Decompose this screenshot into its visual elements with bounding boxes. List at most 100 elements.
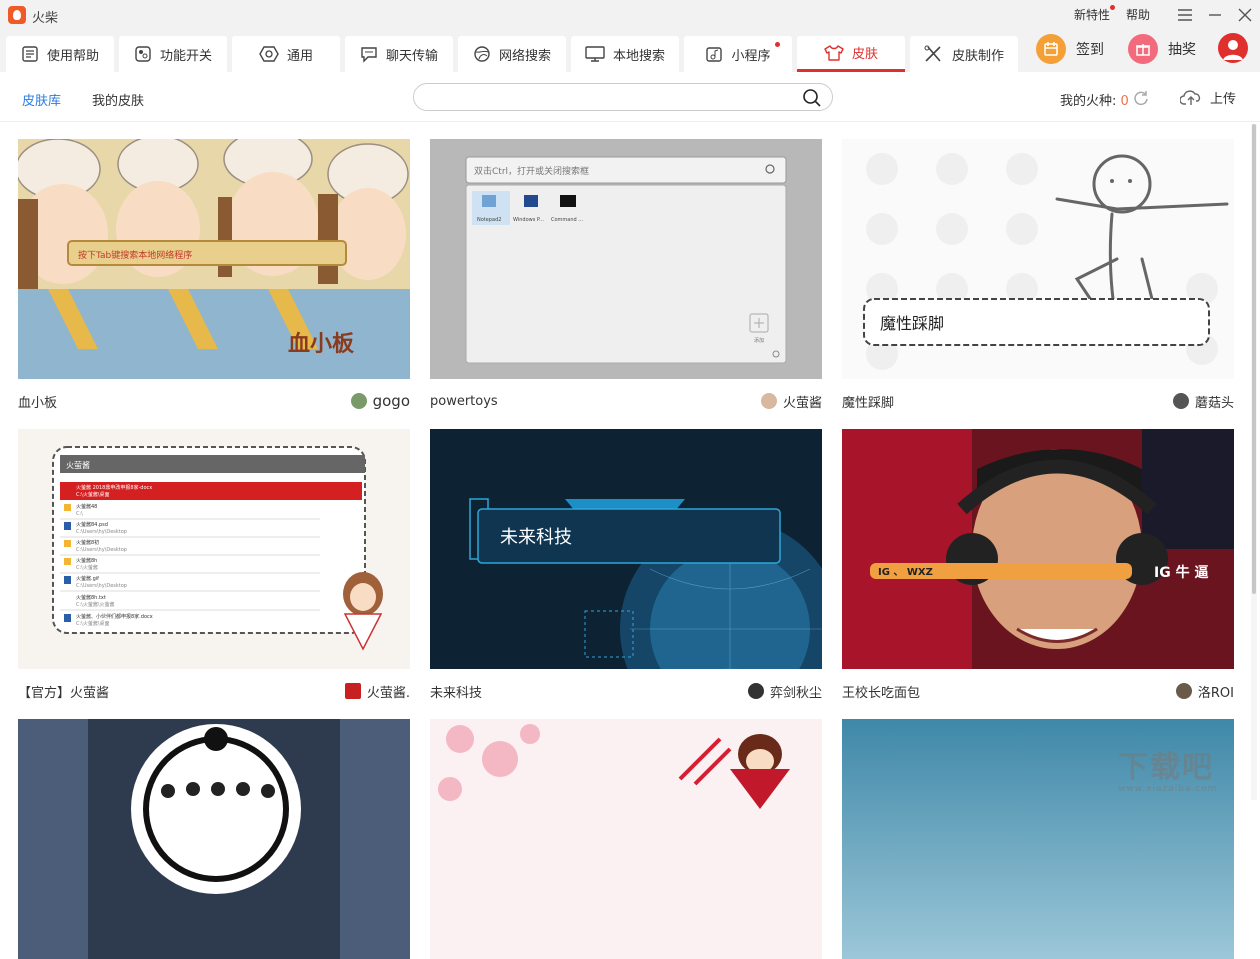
skin-author[interactable]: gogo [350,392,410,410]
app-title: 火柴 [32,11,59,26]
file-path: C:\火萤酱\桌面 [76,620,110,627]
skin-title: 王校长吃面包 [842,685,921,701]
tab-feature-switch[interactable]: 功能开关 [119,36,227,72]
tab-skins[interactable]: 皮肤 [797,36,905,72]
skin-card[interactable]: 未来科技 未来科技 弈剑秋尘 [430,429,822,701]
watermark-main: 下载吧 [1118,750,1214,785]
skin-preview-image [18,719,410,959]
author-avatar [350,393,367,409]
skin-card[interactable] [18,719,410,959]
close-button[interactable] [1230,2,1260,28]
skin-title: powertoys [430,393,498,409]
skin-author[interactable]: 洛ROI [1175,682,1234,701]
skin-card[interactable]: IG 、 WXZ IG 牛 逼 王校长吃面包 洛ROI [842,429,1234,701]
globe-icon [474,46,490,62]
file-row: 火萤酱.gif [76,575,99,582]
skin-card[interactable]: 魔性踩脚 魔性踩脚 蘑菇头 [842,139,1234,411]
tab-label: 小程序 [731,48,771,64]
tab-label: 功能开关 [159,48,212,64]
skin-author[interactable]: 火萤酱 [760,392,822,411]
skin-title: 魔性踩脚 [842,395,895,411]
banner-text: 按下Tab键搜索本地网络程序 [78,249,192,261]
monitor-icon [585,46,605,62]
new-dot-icon [775,42,780,47]
skin-preview-image: 魔性踩脚 [842,139,1234,379]
scrollbar-thumb[interactable] [1252,124,1256,594]
upload-button[interactable]: 上传 [1180,88,1236,107]
skin-card[interactable] [430,719,822,959]
tab-label: 皮肤制作 [951,48,1004,64]
subtab-skin-library[interactable]: 皮肤库 [22,90,61,109]
checkin-button[interactable]: 签到 [1036,32,1104,66]
skin-preview-image: 双击Ctrl，打开或关闭搜索框 Notepad2 Windows P... Co… [430,139,822,379]
tab-local-search[interactable]: 本地搜索 [571,36,679,72]
cloud-upload-icon [1180,89,1201,105]
author-avatar [1172,393,1189,409]
whats-new-link[interactable]: 新特性 [1074,5,1115,23]
tab-general[interactable]: 通用 [232,36,340,72]
skin-card[interactable]: 按下Tab键搜索本地网络程序 血小板 血小板 gogo [18,139,410,411]
file-row: 火萤酱8h.txt [76,594,106,601]
skin-preview-image: IG 、 WXZ IG 牛 逼 [842,429,1234,669]
lottery-button[interactable]: 抽奖 [1128,32,1196,66]
hexagon-icon [259,46,279,62]
file-row: 火萤酱 2018鼎申改申报8家-docx [76,484,152,491]
skin-preview-image: 未来科技 [430,429,822,669]
skin-author[interactable]: 蘑菇头 [1172,392,1234,411]
watermark-url: www.xiazaiba.com [1118,784,1218,794]
skin-author[interactable]: 火萤酱. [344,682,410,701]
file-path: C:\火萤酱\桌面 [76,491,110,498]
tab-web-search[interactable]: 网络搜索 [458,36,566,72]
author-name: 弈剑秋尘 [769,685,822,701]
skin-title: 血小板 [18,395,58,411]
file-path: C:\Users\hy\Desktop [76,529,127,535]
file-path: C:\ [76,511,83,517]
skin-card[interactable]: 火萤酱 火萤酱 2018鼎申改申报8家-docx C:\火萤酱\桌面 火萤酱48… [18,429,410,701]
hamburger-icon [1178,9,1192,21]
author-name: 蘑菇头 [1194,395,1234,411]
top-links: 新特性 帮助 [1074,5,1150,23]
author-name: 洛ROI [1197,685,1234,701]
music-icon [706,47,723,62]
menu-button[interactable] [1170,2,1200,28]
tab-label: 使用帮助 [46,48,99,64]
minimize-button[interactable] [1200,2,1230,28]
book-icon [22,46,38,62]
skin-author[interactable]: 弈剑秋尘 [747,682,822,701]
tab-chat-transfer[interactable]: 聊天传输 [345,36,453,72]
search-icon[interactable] [802,88,822,108]
user-icon [1223,40,1243,60]
calendar-icon [1036,34,1066,64]
author-avatar [344,683,361,699]
file-row: 火萤酱84.psd [76,521,108,528]
skin-card[interactable]: 双击Ctrl，打开或关闭搜索框 Notepad2 Windows P... Co… [430,139,822,411]
toggle-icon [135,46,151,62]
tab-skin-maker[interactable]: 皮肤制作 [910,36,1018,72]
skin-preview-image [430,719,822,959]
app-label: Command ... [551,217,583,223]
file-row: 火萤酱48 [76,503,97,510]
tools-icon [924,45,941,62]
my-seeds: 我的火种: 0 [1060,90,1129,109]
author-avatar [760,393,777,409]
tab-label: 本地搜索 [612,48,665,64]
seeds-label: 我的火种: [1060,94,1117,109]
seeds-count: 0 [1120,94,1129,109]
skin-title: 【官方】火萤酱 [18,685,110,701]
subtab-my-skins[interactable]: 我的皮肤 [92,90,144,109]
window-title: 火萤酱 [66,460,90,470]
tab-usage-help[interactable]: 使用帮助 [6,36,114,72]
search-input[interactable] [413,83,833,111]
refresh-icon[interactable] [1133,90,1149,106]
avatar[interactable] [1218,33,1248,63]
skin-preview-image: 按下Tab键搜索本地网络程序 血小板 [18,139,410,379]
close-icon [1238,8,1252,22]
chat-icon [361,47,377,63]
tab-mini-programs[interactable]: 小程序 [684,36,792,72]
author-name: 火萤酱. [366,685,410,701]
file-path: C:\火萤酱 [76,564,98,571]
app-logo-icon [8,6,26,24]
tag-text: IG 牛 逼 [1154,564,1208,581]
author-avatar [747,683,764,699]
help-link[interactable]: 帮助 [1126,6,1150,23]
